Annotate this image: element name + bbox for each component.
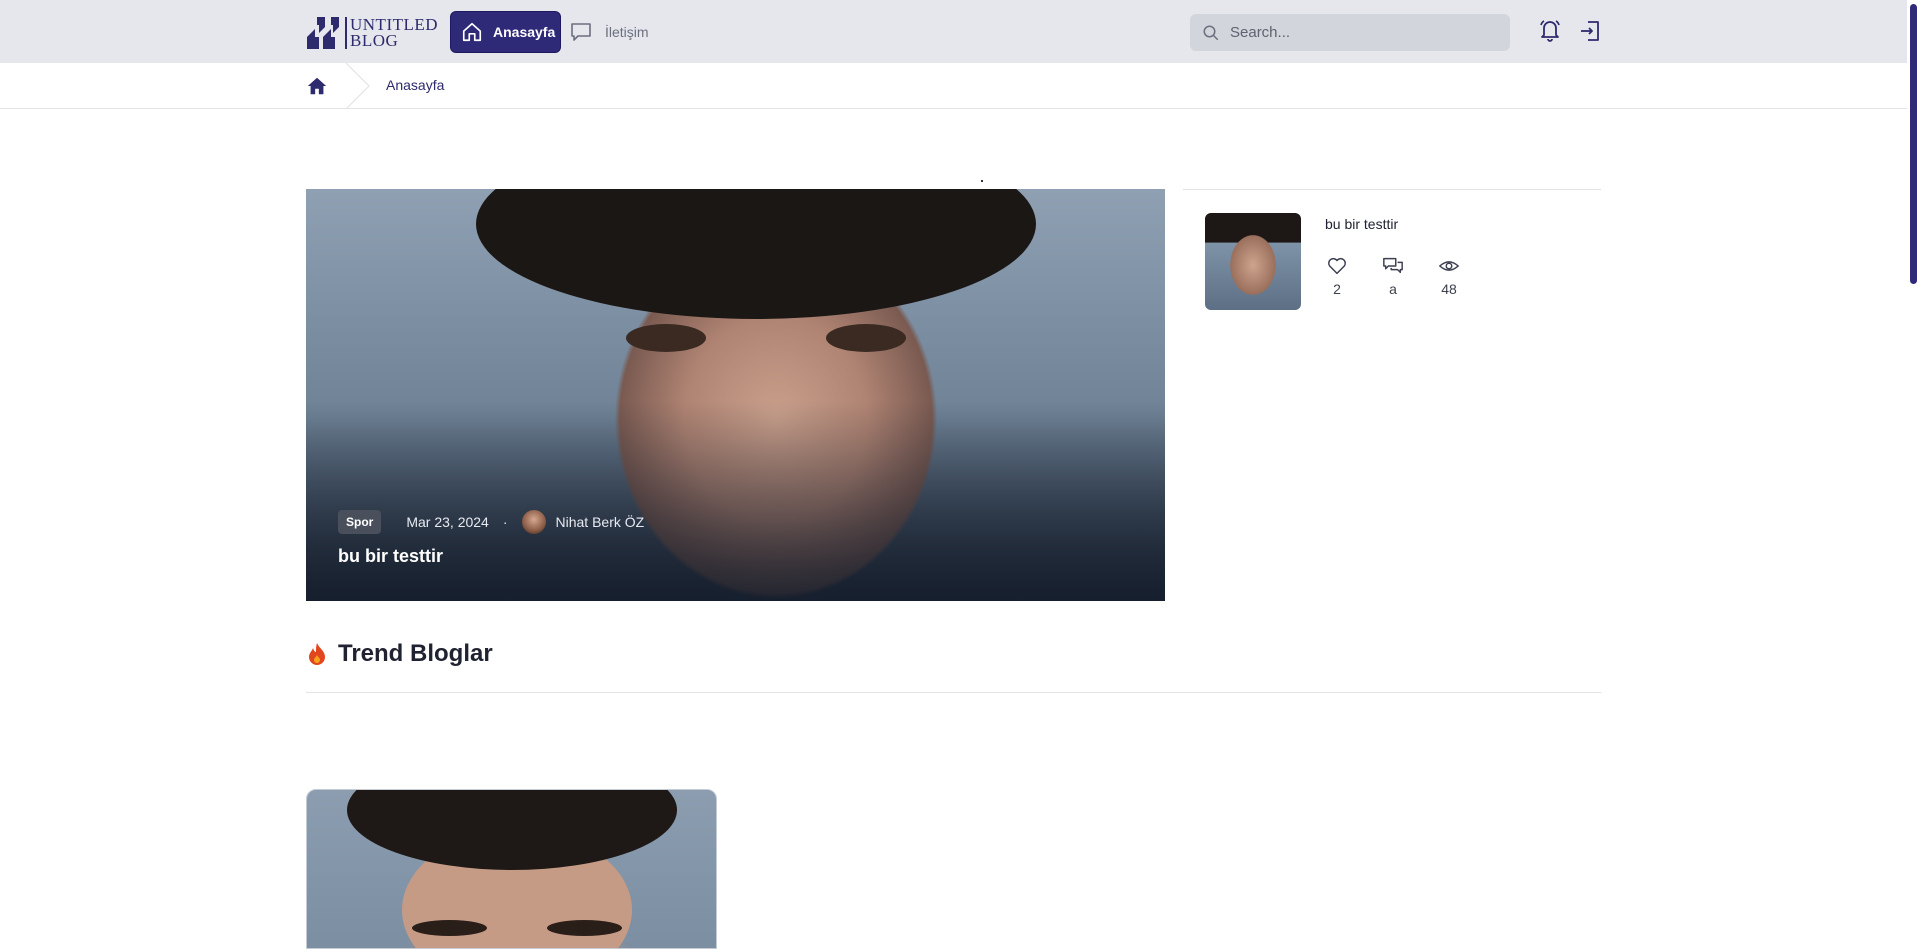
search-icon (1203, 25, 1219, 40)
chat-icon (571, 23, 591, 41)
trending-divider (306, 692, 1601, 693)
home-icon (462, 22, 482, 42)
breadcrumb: Anasayfa (0, 63, 1919, 109)
card-image-detail (412, 920, 487, 936)
nav-home-label: Anasayfa (493, 24, 556, 40)
logo-mark-icon (307, 16, 339, 49)
heart-icon (1328, 257, 1346, 275)
side-post-title[interactable]: bu bir testtir (1325, 216, 1398, 232)
post-date: Mar 23, 2024 (406, 514, 489, 530)
search-input[interactable] (1230, 24, 1490, 41)
trending-header: Trend Bloglar (306, 640, 493, 668)
featured-image-detail (626, 324, 706, 352)
trending-title: Trend Bloglar (338, 640, 493, 667)
flame-icon (309, 643, 325, 665)
comment-count: a (1389, 281, 1397, 297)
bell-icon[interactable] (1538, 18, 1562, 42)
featured-post-overlay (306, 401, 1165, 601)
view-stat[interactable]: 48 (1434, 255, 1464, 297)
nav-contact-label: İletişim (605, 24, 649, 40)
logo-text: Untitled Blog (345, 16, 438, 50)
side-post-thumbnail[interactable] (1205, 213, 1301, 310)
login-icon[interactable] (1578, 19, 1602, 43)
comment-stat[interactable]: a (1378, 255, 1408, 297)
author-name[interactable]: Nihat Berk ÖZ (556, 514, 645, 530)
scrollbar-thumb[interactable] (1910, 4, 1917, 284)
featured-image-detail (826, 324, 906, 352)
eye-icon (1438, 261, 1460, 271)
like-stat[interactable]: 2 (1322, 255, 1352, 297)
card-image-detail (347, 790, 677, 870)
stray-dot (981, 180, 983, 182)
featured-post[interactable]: Spor Mar 23, 2024 · Nihat Berk ÖZ bu bir… (306, 189, 1165, 601)
nav-home-button[interactable]: Anasayfa (451, 12, 560, 52)
featured-post-title[interactable]: bu bir testtir (338, 546, 443, 567)
view-count: 48 (1441, 281, 1457, 297)
meta-separator: · (502, 514, 508, 530)
site-logo[interactable]: Untitled Blog (305, 15, 438, 50)
breadcrumb-separator-icon (345, 63, 370, 109)
card-image-detail (547, 920, 622, 936)
search-box[interactable] (1190, 14, 1510, 51)
featured-post-meta: Spor Mar 23, 2024 · Nihat Berk ÖZ (338, 510, 644, 534)
top-navbar: Untitled Blog Anasayfa İletişim (0, 0, 1919, 63)
logo-line-2: Blog (350, 30, 399, 50)
breadcrumb-item[interactable]: Anasayfa (386, 77, 444, 93)
trending-post-card[interactable] (306, 789, 717, 949)
comments-icon (1383, 257, 1403, 274)
nav-contact-button[interactable]: İletişim (567, 12, 677, 52)
category-badge[interactable]: Spor (338, 510, 382, 534)
side-divider (1183, 189, 1601, 190)
author-avatar (521, 510, 546, 534)
like-count: 2 (1333, 281, 1341, 297)
breadcrumb-home-icon[interactable] (306, 75, 328, 97)
